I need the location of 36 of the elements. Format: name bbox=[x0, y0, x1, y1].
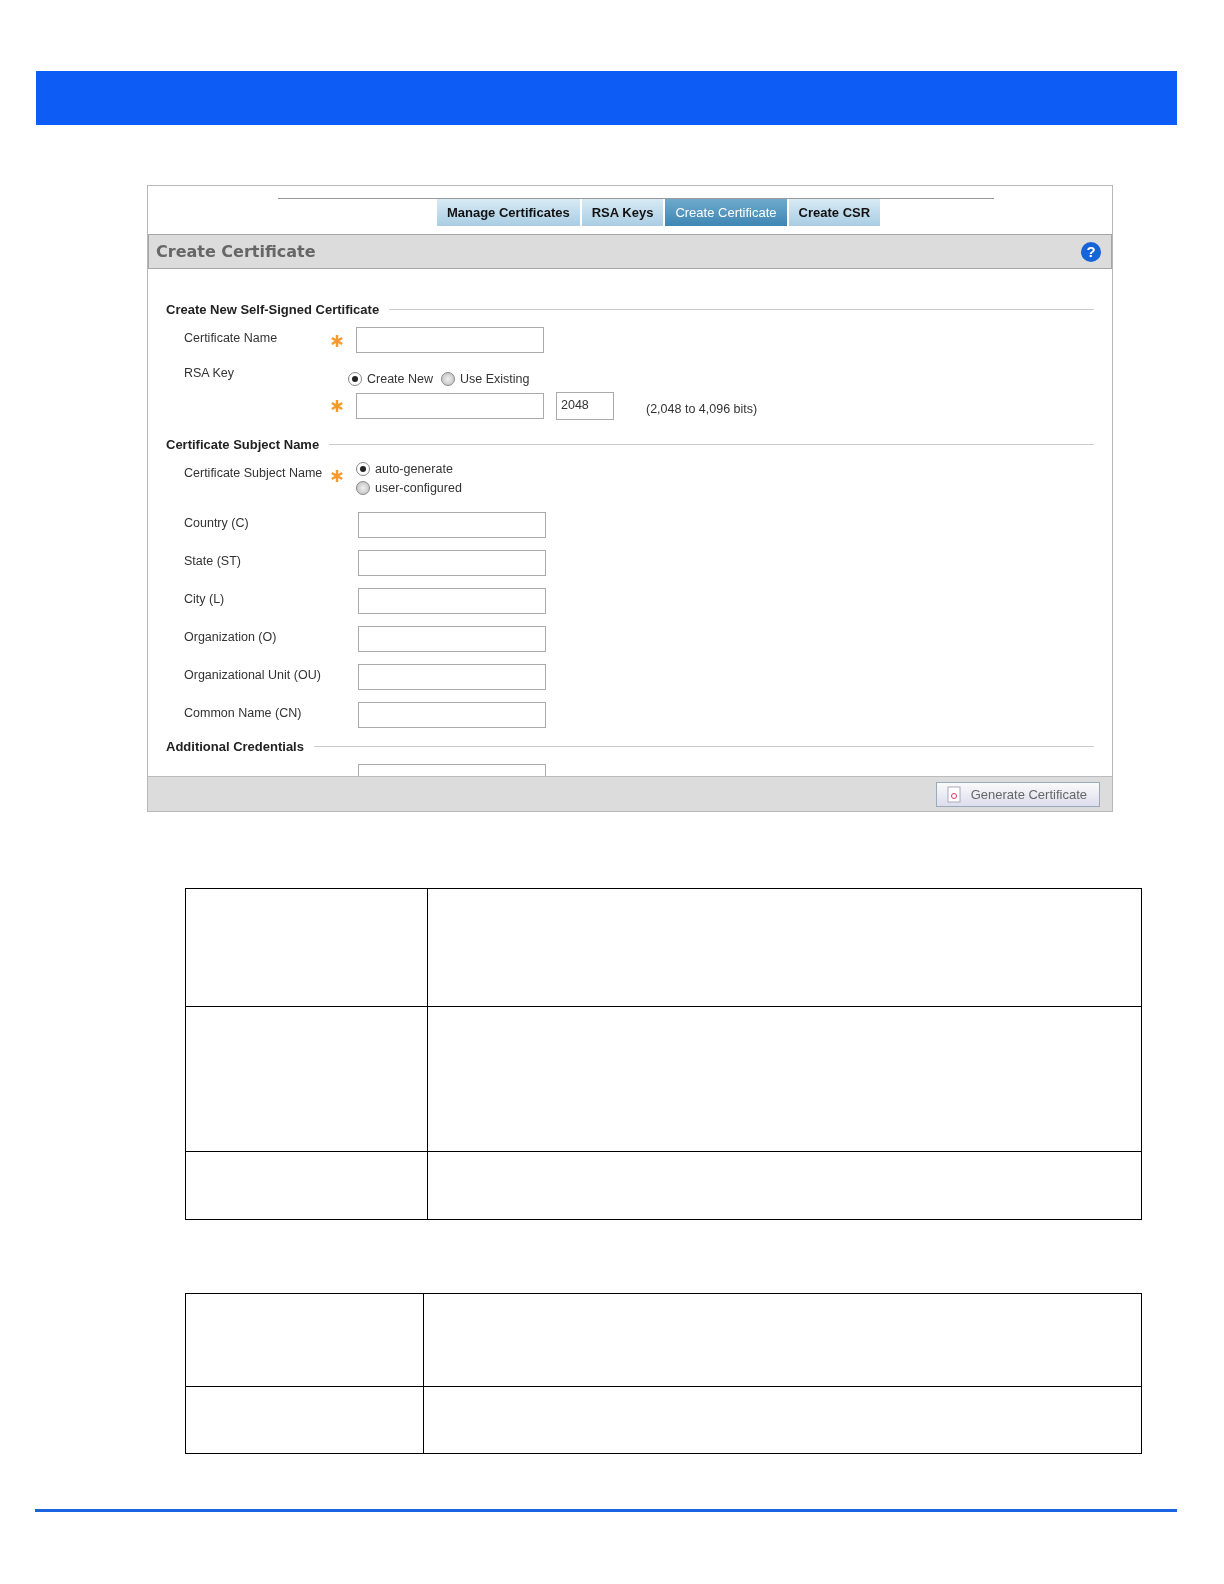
key-size-field[interactable]: 2048 bbox=[556, 392, 614, 420]
panel-title: Create Certificate bbox=[156, 242, 316, 261]
text-field[interactable] bbox=[358, 550, 546, 576]
text-field[interactable] bbox=[356, 393, 544, 419]
field-label: Organization (O) bbox=[184, 629, 278, 644]
section-heading: Additional Credentials bbox=[166, 738, 304, 754]
required-icon bbox=[330, 334, 344, 348]
text-field[interactable] bbox=[358, 702, 546, 728]
field-label: City (L) bbox=[184, 591, 226, 606]
required-icon bbox=[330, 399, 344, 413]
field-label: State (ST) bbox=[184, 553, 242, 568]
field-label: RSA Key bbox=[184, 365, 236, 380]
field-label: Common Name (CN) bbox=[184, 705, 303, 720]
document-icon bbox=[946, 785, 961, 803]
radio-option[interactable]: user-configured bbox=[356, 481, 462, 495]
tab[interactable]: Create CSR bbox=[788, 199, 881, 226]
radio-option[interactable]: auto-generate bbox=[356, 462, 453, 476]
text-field[interactable] bbox=[358, 664, 546, 690]
field-label: Organizational Unit (OU) bbox=[184, 667, 322, 682]
text-field[interactable] bbox=[358, 588, 546, 614]
section-heading: Certificate Subject Name bbox=[166, 436, 320, 452]
text-field[interactable] bbox=[356, 327, 544, 353]
tab[interactable]: Manage Certificates bbox=[436, 199, 580, 226]
tab[interactable]: RSA Keys bbox=[581, 199, 664, 226]
range-hint: (2,048 to 4,096 bits) bbox=[646, 401, 758, 416]
required-icon bbox=[330, 469, 344, 483]
radio-option[interactable]: Create New bbox=[348, 372, 433, 386]
field-label: Certificate Name bbox=[184, 330, 279, 345]
text-field[interactable] bbox=[358, 512, 546, 538]
generate-button[interactable]: Generate Certificate bbox=[935, 781, 1100, 807]
section-heading: Create New Self-Signed Certificate bbox=[166, 301, 380, 317]
field-label: Certificate Subject Name bbox=[184, 465, 324, 480]
field-label: Country (C) bbox=[184, 515, 250, 530]
help-icon[interactable]: ? bbox=[1081, 241, 1101, 262]
text-field[interactable] bbox=[358, 626, 546, 652]
radio-option[interactable]: Use Existing bbox=[441, 372, 530, 386]
